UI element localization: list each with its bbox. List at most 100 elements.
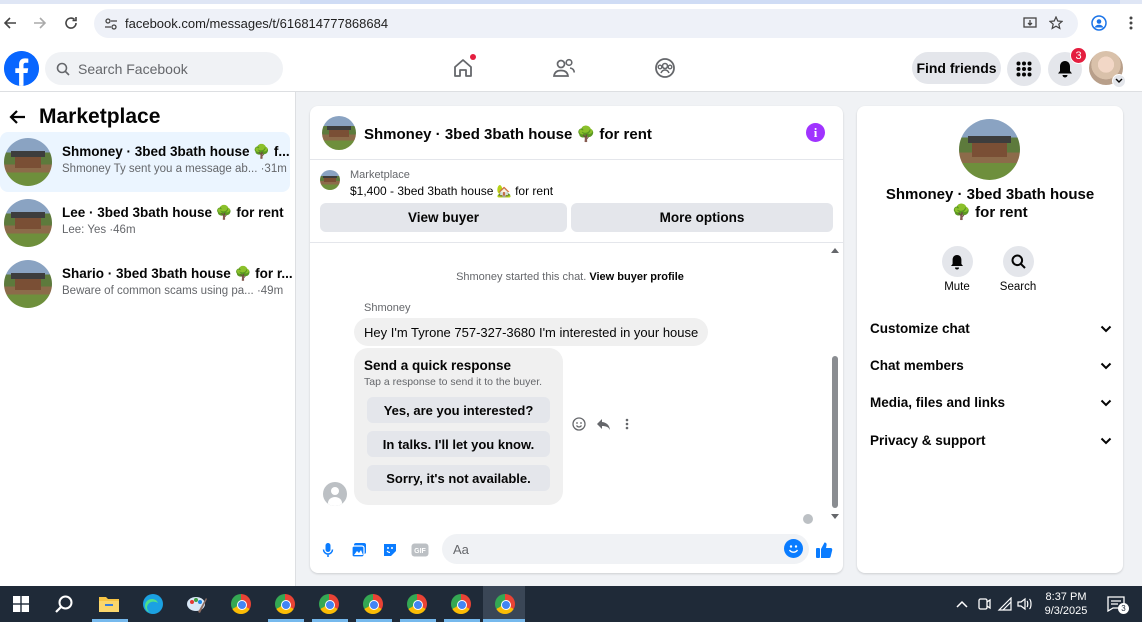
media-files-links-section[interactable]: Media, files and links [870,392,1112,412]
details-title-text: Shmoney · 3bed 3bath house 🌳 for rent [885,186,1095,221]
reload-icon[interactable] [61,13,81,33]
quick-response-button[interactable]: Sorry, it's not available. [367,465,550,491]
paint-app-icon[interactable] [184,591,210,617]
chat-item-shmoney[interactable]: Shmoney · 3bed 3bath house 🌳 f... Shmone… [0,132,290,192]
browser-menu-icon[interactable] [1122,14,1140,32]
conversation-thumbnail[interactable] [322,116,356,150]
mute-label: Mute [944,281,970,293]
address-bar[interactable]: facebook.com/messages/t/616814777868684 [94,9,1078,38]
conversation-details-panel: Shmoney · 3bed 3bath house 🌳 for rent Mu… [857,106,1123,573]
scrollbar-thumb[interactable] [832,356,838,508]
find-friends-button[interactable]: Find friends [912,52,1001,84]
chat-item-name: Shmoney · 3bed 3bath house 🌳 f... [62,144,290,159]
customize-chat-section[interactable]: Customize chat [870,318,1112,338]
action-center-count: 3 [1118,603,1129,614]
search-conversation-button[interactable]: Search [993,246,1043,293]
info-icon[interactable]: i [806,123,825,142]
menu-grid-icon[interactable] [1007,52,1041,86]
action-center-icon[interactable]: 3 [1103,596,1129,614]
profile-avatar[interactable] [1089,51,1126,88]
facebook-logo-icon[interactable] [4,51,39,86]
section-label: Media, files and links [870,394,1006,410]
chrome-icon[interactable] [228,591,254,617]
groups-icon[interactable] [652,55,678,81]
back-arrow-icon[interactable] [9,108,27,126]
system-message-text: Shmoney started this chat. [456,271,587,283]
listing-thumbnail [4,199,52,247]
chat-item-preview: Beware of common scams using pa... ·49m [62,285,284,297]
edge-browser-icon[interactable] [140,591,166,617]
search-icon[interactable] [51,591,77,617]
home-icon[interactable] [450,54,476,81]
chat-item-shario[interactable]: Shario · 3bed 3bath house 🌳 for r... Bew… [0,254,293,314]
privacy-support-section[interactable]: Privacy & support [870,430,1112,450]
scroll-down-arrow[interactable] [831,514,839,519]
clock-date: 9/3/2025 [1044,605,1088,617]
forward-arrow-icon[interactable] [30,13,50,33]
back-arrow-icon[interactable] [0,13,20,33]
view-buyer-button[interactable]: View buyer [320,203,567,232]
thumbs-up-icon[interactable] [814,540,834,560]
wifi-icon[interactable] [997,596,1013,612]
listing-thumbnail [4,260,52,308]
search-label: Search [999,281,1037,293]
sticker-icon[interactable] [380,540,400,560]
chrome-profile-icon[interactable] [404,591,430,617]
scroll-up-arrow[interactable] [831,248,839,253]
tray-overflow-chevron-icon[interactable] [954,596,970,612]
clock-time: 8:37 PM [1045,591,1087,603]
facebook-search-input[interactable]: Search Facebook [45,52,283,85]
volume-icon[interactable] [1017,596,1033,612]
photo-icon[interactable] [349,540,369,560]
gif-icon[interactable]: GIF [410,540,430,560]
chevron-down-icon [1100,358,1112,373]
reply-icon[interactable] [595,416,611,432]
install-app-icon[interactable] [1022,15,1038,31]
site-settings-icon[interactable] [103,16,119,32]
view-buyer-profile-link[interactable]: View buyer profile [589,271,684,283]
chrome-profile-icon[interactable] [360,591,386,617]
browser-profile-icon[interactable] [1090,14,1108,32]
chrome-profile-icon[interactable] [492,591,518,617]
chevron-down-icon [1100,395,1112,410]
chrome-profile-icon[interactable] [448,591,474,617]
chat-members-section[interactable]: Chat members [870,355,1112,375]
more-actions-icon[interactable] [619,416,635,432]
mute-button[interactable]: Mute [932,246,982,293]
sender-avatar[interactable] [323,482,347,506]
chat-item-lee[interactable]: Lee · 3bed 3bath house 🌳 for rent Lee: Y… [0,193,290,253]
message-input-placeholder: Aa [453,542,469,557]
search-icon [56,62,70,76]
conversation-title[interactable]: Shmoney · 3bed 3bath house 🌳 for rent [364,125,652,143]
bookmark-star-icon[interactable] [1048,15,1064,31]
more-options-button[interactable]: More options [571,203,833,232]
listing-price-title[interactable]: $1,400 - 3bed 3bath house 🏡 for rent [350,184,553,198]
windows-start-icon[interactable] [8,591,34,617]
chevron-down-icon [1100,321,1112,336]
chat-item-name: Lee · 3bed 3bath house 🌳 for rent [62,205,284,220]
react-emoji-icon[interactable] [571,416,587,432]
listing-profile-image[interactable] [959,119,1020,180]
marketplace-chat-list: Marketplace Shmoney · 3bed 3bath house 🌳… [0,92,296,586]
microphone-icon[interactable] [318,540,338,560]
quick-response-button[interactable]: Yes, are you interested? [367,397,550,423]
emoji-icon[interactable] [784,539,803,558]
url-text[interactable]: facebook.com/messages/t/616814777868684 [125,16,388,31]
message-scrollbar[interactable] [830,244,840,524]
quick-response-button[interactable]: In talks. I'll let you know. [367,431,550,457]
chrome-profile-icon[interactable] [316,591,342,617]
listing-thumbnail[interactable] [320,170,340,190]
friends-icon[interactable] [551,55,577,81]
panel-title: Marketplace [39,105,161,128]
svg-text:GIF: GIF [414,548,426,555]
message-input[interactable]: Aa [442,534,809,564]
message-bubble[interactable]: Hey I'm Tyrone 757-327-3680 I'm interest… [354,318,709,346]
meet-now-icon[interactable] [976,596,992,612]
taskbar-clock[interactable]: 8:37 PM 9/3/2025 [1038,590,1094,618]
conversation-header: Shmoney · 3bed 3bath house 🌳 for rent i [310,106,843,160]
chevron-down-icon [1112,74,1126,88]
seen-indicator-avatar [803,514,813,524]
file-explorer-icon[interactable] [96,591,122,617]
message-composer: GIF Aa [310,530,843,573]
chrome-profile-icon[interactable] [272,591,298,617]
